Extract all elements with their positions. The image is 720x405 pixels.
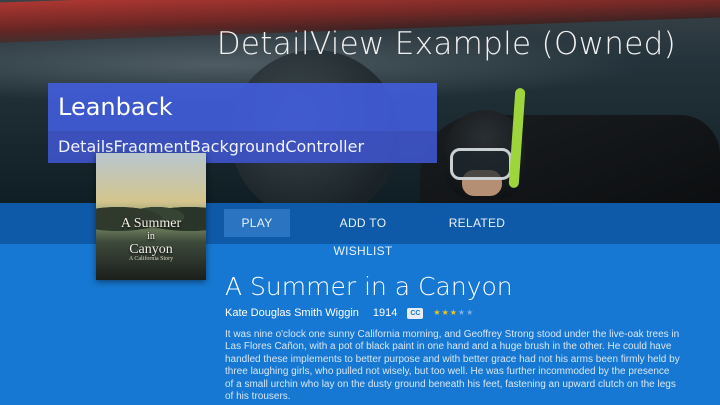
- book-author: Kate Douglas Smith Wiggin: [225, 307, 359, 319]
- cover-subtitle: A California Story: [128, 256, 174, 262]
- page-title: DetailView Example (Owned): [216, 26, 676, 62]
- brand-title: Leanback: [48, 83, 437, 131]
- cover-title-line1: A Summer: [120, 216, 182, 231]
- star-empty-icon: ★: [466, 308, 474, 317]
- rating-stars: ★ ★ ★ ★ ★: [433, 309, 473, 317]
- star-filled-icon: ★: [441, 308, 449, 317]
- dive-mask: [450, 148, 512, 180]
- related-button[interactable]: RELATED: [447, 209, 507, 237]
- star-filled-icon: ★: [433, 308, 441, 317]
- cover-title-line3: Canyon: [129, 242, 173, 257]
- book-year: 1914: [372, 307, 398, 319]
- book-meta: Kate Douglas Smith Wiggin 1914 CC ★ ★ ★ ★ ★: [225, 306, 473, 320]
- closed-captions-icon: CC: [407, 307, 424, 319]
- book-title: A Summer in a Canyon: [225, 272, 513, 301]
- star-empty-icon: ★: [457, 308, 466, 317]
- book-cover[interactable]: A Summer in Canyon A California Story: [96, 153, 206, 280]
- cover-title: A Summer in Canyon: [96, 216, 206, 257]
- book-description: It was nine o'clock one sunny California…: [225, 329, 680, 403]
- add-to-wishlist-button[interactable]: ADD TO WISHLIST: [312, 209, 414, 258]
- brand-header: Leanback DetailsFragmentBackgroundContro…: [48, 83, 437, 163]
- star-filled-icon: ★: [449, 308, 457, 317]
- play-button[interactable]: PLAY: [224, 209, 290, 237]
